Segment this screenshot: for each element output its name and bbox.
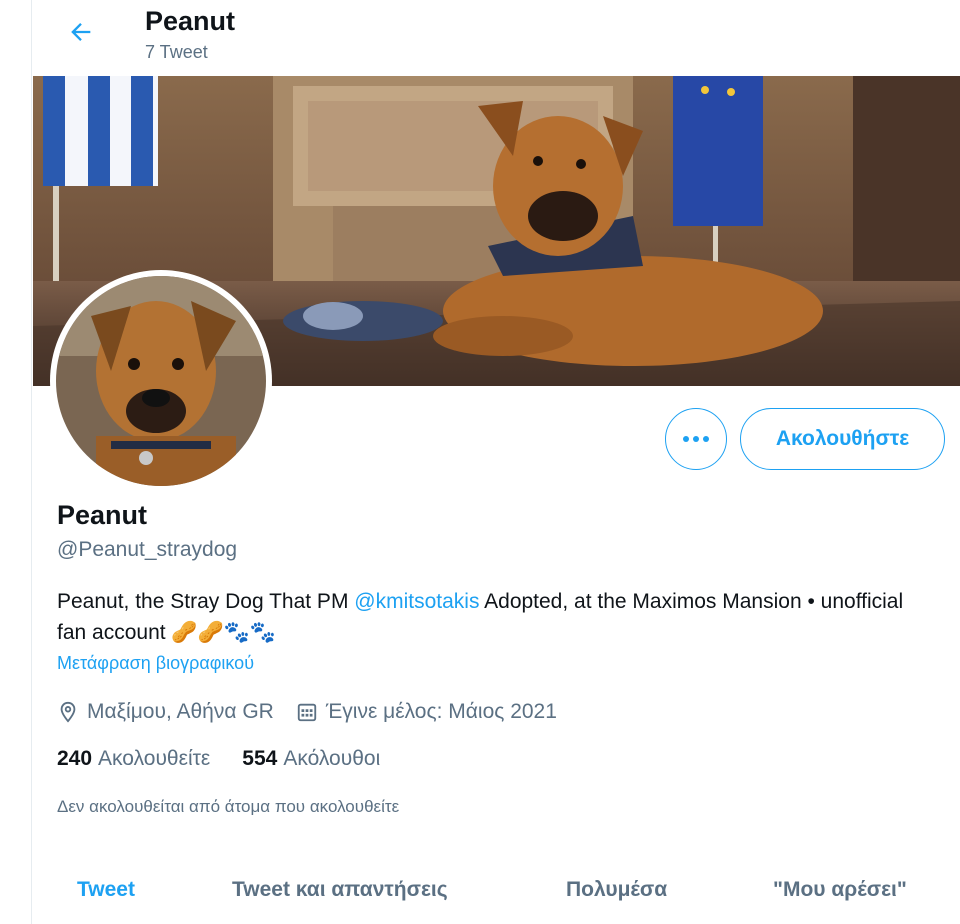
following-count: 240 — [57, 747, 93, 770]
joined-text: Έγινε μέλος: Μάιος 2021 — [325, 700, 557, 723]
bio-mention-link[interactable]: @kmitsotakis — [354, 590, 479, 613]
tab-likes[interactable]: "Μου αρέσει" — [773, 878, 907, 902]
bio-emoji: 🥜🥜🐾🐾 — [171, 621, 277, 644]
header-title: Peanut — [145, 6, 236, 36]
more-options-button[interactable] — [665, 408, 727, 470]
profile-tabs: Tweet Tweet και απαντήσεις Πολυμέσα "Μου… — [33, 862, 960, 924]
profile-bio: Peanut, the Stray Dog That PM @kmitsotak… — [57, 586, 937, 648]
tab-tweets[interactable]: Tweet — [77, 878, 135, 902]
location-item: Μαξίμου, Αθήνα GR — [57, 700, 274, 724]
not-followed-note: Δεν ακολουθείται από άτομα που ακολουθεί… — [57, 797, 400, 816]
more-horizontal-icon — [683, 436, 709, 442]
location-text: Μαξίμου, Αθήνα GR — [87, 700, 274, 723]
following-label: Ακολουθείτε — [98, 747, 211, 770]
profile-avatar[interactable] — [50, 270, 272, 492]
bio-text: Peanut, the Stray Dog That PM — [57, 590, 355, 613]
joined-item: Έγινε μέλος: Μάιος 2021 — [296, 700, 557, 724]
followers-label: Ακόλουθοι — [283, 747, 381, 770]
follow-button[interactable]: Ακολουθήστε — [740, 408, 945, 470]
location-pin-icon — [60, 701, 76, 723]
back-button[interactable] — [63, 14, 99, 50]
profile-meta: Μαξίμου, Αθήνα GR Έγινε μέλος: Μάιος 202… — [57, 697, 579, 727]
left-sidebar-edge — [0, 0, 32, 924]
calendar-icon — [297, 703, 316, 722]
tab-tweets-replies[interactable]: Tweet και απαντήσεις — [232, 878, 448, 902]
avatar-image — [56, 276, 266, 486]
arrow-left-icon — [71, 23, 91, 41]
tweet-count: 7 Tweet — [145, 42, 208, 62]
profile-handle: @Peanut_straydog — [57, 538, 238, 561]
followers-link[interactable]: 554 Ακόλουθοι — [242, 747, 380, 771]
translate-bio-link[interactable]: Μετάφραση βιογραφικού — [57, 653, 254, 674]
profile-header: Peanut 7 Tweet — [33, 0, 960, 76]
tab-media[interactable]: Πολυμέσα — [566, 878, 667, 902]
following-link[interactable]: 240 Ακολουθείτε — [57, 747, 210, 771]
follow-stats: 240 Ακολουθείτε 554 Ακόλουθοι — [57, 747, 412, 771]
profile-name: Peanut — [57, 500, 148, 530]
followers-count: 554 — [242, 747, 278, 770]
